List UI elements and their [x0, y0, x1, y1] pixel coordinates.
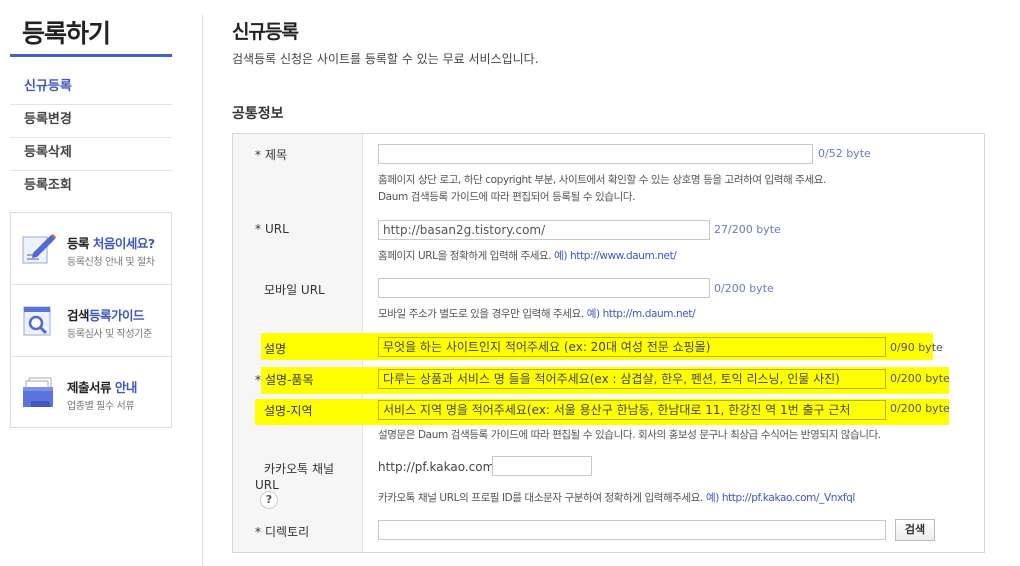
products-byte-counter: 0/200 byte — [890, 372, 950, 385]
sidebar-title-underline — [10, 54, 172, 57]
byte-limit: /200 byte — [721, 282, 774, 295]
title-byte-counter: 0/52 byte — [818, 147, 871, 160]
content-divider — [202, 14, 203, 566]
promo-title-highlight: 안내 — [114, 380, 138, 395]
byte-count: 0 — [890, 402, 897, 415]
sidebar-item-lookup-registration[interactable]: 등록조회 — [10, 171, 172, 204]
registration-form: * 제목 0/52 byte 홈페이지 상단 로고, 하단 copyright 부… — [232, 133, 985, 553]
promo-subtitle: 업종별 필수 서류 — [67, 401, 135, 412]
mobile-url-help: 모바일 주소가 별도로 있을 경우만 입력해 주세요. 예) http://m.… — [378, 306, 696, 323]
url-help-text: 홈페이지 URL을 정확하게 입력해 주세요. — [378, 250, 555, 262]
help-question-icon[interactable]: ? — [260, 491, 278, 509]
section-title: 공통정보 — [232, 106, 284, 122]
products-label: * 설명-품목 — [255, 371, 314, 388]
promo-registration-guide[interactable]: 검색등록가이드 등록심사 및 작성기준 — [11, 285, 171, 357]
directory-label: * 디렉토리 — [255, 523, 309, 540]
sidebar-menu: 신규등록 등록변경 등록삭제 등록조회 — [10, 72, 172, 204]
url-byte-counter: 27/200 byte — [714, 223, 781, 236]
mobile-url-help-text: 모바일 주소가 별도로 있을 경우만 입력해 주세요. — [378, 308, 587, 320]
region-label: 설명-지역 — [264, 404, 313, 418]
products-input[interactable]: 다루는 상품과 서비스 명 들을 적어주세요(ex : 삼겹살, 한우, 펜션,… — [378, 369, 886, 389]
byte-limit: /200 byte — [728, 223, 781, 236]
folder-documents-icon — [23, 377, 53, 407]
sidebar: 등록하기 신규등록 등록변경 등록삭제 등록조회 등록 처음이세요? 등록신청 … — [10, 0, 172, 428]
byte-limit: /200 byte — [897, 372, 950, 385]
promo-subtitle: 등록신청 안내 및 절차 — [67, 257, 155, 268]
pencil-document-icon — [22, 234, 56, 264]
title-help-1: 홈페이지 상단 로고, 하단 copyright 부분, 사이트에서 확인할 수… — [378, 174, 826, 186]
description-byte-counter: 0/90 byte — [890, 341, 943, 354]
sidebar-item-delete-registration[interactable]: 등록삭제 — [10, 138, 172, 171]
url-label-text: URL — [265, 222, 289, 236]
mobile-url-byte-counter: 0/200 byte — [714, 282, 774, 295]
sidebar-promo-box: 등록 처음이세요? 등록신청 안내 및 절차 검색등록가이드 등록심사 및 작성… — [10, 212, 172, 428]
required-mark: * — [255, 373, 261, 387]
promo-first-time[interactable]: 등록 처음이세요? 등록신청 안내 및 절차 — [11, 213, 171, 285]
promo-title-prefix: 등록 — [67, 236, 93, 251]
url-input[interactable]: http://basan2g.tistory.com/ — [378, 220, 710, 240]
page-description: 검색등록 신청은 사이트를 등록할 수 있는 무료 서비스입니다. — [232, 52, 539, 66]
directory-search-button[interactable]: 검색 — [895, 519, 935, 541]
kakao-help: 카카오톡 채널 URL의 프로필 ID를 대소문자 구분하여 정확하게 입력해주… — [378, 490, 855, 507]
directory-input[interactable] — [378, 520, 886, 540]
kakao-label-line1: 카카오톡 채널 — [264, 462, 335, 476]
products-label-text: 설명-품목 — [265, 373, 314, 387]
url-help: 홈페이지 URL을 정확하게 입력해 주세요. 예) http://www.da… — [378, 248, 677, 265]
required-mark: * — [255, 525, 261, 539]
byte-count: 0 — [890, 372, 897, 385]
sidebar-item-new-registration[interactable]: 신규등록 — [10, 72, 172, 105]
description-help: 설명문은 Daum 검색등록 가이드에 따라 편집될 수 있습니다. 회사의 홍… — [378, 429, 881, 441]
sidebar-title: 등록하기 — [22, 19, 111, 48]
byte-limit: /90 byte — [897, 341, 943, 354]
region-input[interactable]: 서비스 지역 명을 적어주세요(ex: 서울 용산구 한남동, 한남대로 11,… — [378, 400, 886, 420]
kakao-help-text: 카카오톡 채널 URL의 프로필 ID를 대소문자 구분하여 정확하게 입력해주… — [378, 492, 706, 504]
kakao-id-input[interactable] — [492, 456, 592, 476]
byte-limit: /52 byte — [825, 147, 871, 160]
title-input[interactable] — [378, 144, 813, 164]
page-title: 신규등록 — [232, 21, 299, 43]
promo-title-prefix: 제출서류 — [67, 380, 115, 395]
required-mark: * — [255, 222, 261, 236]
title-label-text: 제목 — [265, 148, 288, 162]
mobile-url-label: 모바일 URL — [264, 283, 325, 297]
kakao-url-prefix: http://pf.kakao.com/ — [378, 460, 499, 474]
region-byte-counter: 0/200 byte — [890, 402, 950, 415]
promo-subtitle: 등록심사 및 작성기준 — [67, 329, 152, 340]
byte-limit: /200 byte — [897, 402, 950, 415]
promo-title-highlight: 처음이세요? — [92, 236, 155, 251]
promo-documents-guide[interactable]: 제출서류 안내 업종별 필수 서류 — [11, 357, 171, 429]
directory-label-text: 디렉토리 — [265, 525, 310, 539]
byte-count: 0 — [890, 341, 897, 354]
description-label: 설명 — [264, 342, 287, 356]
required-mark: * — [255, 148, 261, 162]
mobile-url-input[interactable] — [378, 278, 710, 298]
title-help-2: Daum 검색등록 가이드에 따라 편집되어 등록될 수 있습니다. — [378, 191, 636, 203]
sidebar-item-modify-registration[interactable]: 등록변경 — [10, 105, 172, 138]
kakao-label-line2: URL — [255, 478, 279, 492]
url-help-example: 예) http://www.daum.net/ — [554, 250, 677, 262]
byte-count: 27 — [714, 223, 728, 236]
byte-count: 0 — [714, 282, 721, 295]
url-label: * URL — [255, 222, 289, 236]
title-label: * 제목 — [255, 146, 287, 163]
mobile-url-help-example: 예) http://m.daum.net/ — [586, 308, 696, 320]
description-input[interactable]: 무엇을 하는 사이트인지 적어주세요 (ex: 20대 여성 전문 쇼핑몰) — [378, 337, 886, 357]
magnifier-document-icon — [23, 306, 51, 336]
promo-title-highlight: 등록가이드 — [89, 308, 145, 323]
byte-count: 0 — [818, 147, 825, 160]
kakao-help-example: 예) http://pf.kakao.com/_Vnxfql — [705, 492, 855, 504]
promo-title-prefix: 검색 — [67, 308, 90, 323]
